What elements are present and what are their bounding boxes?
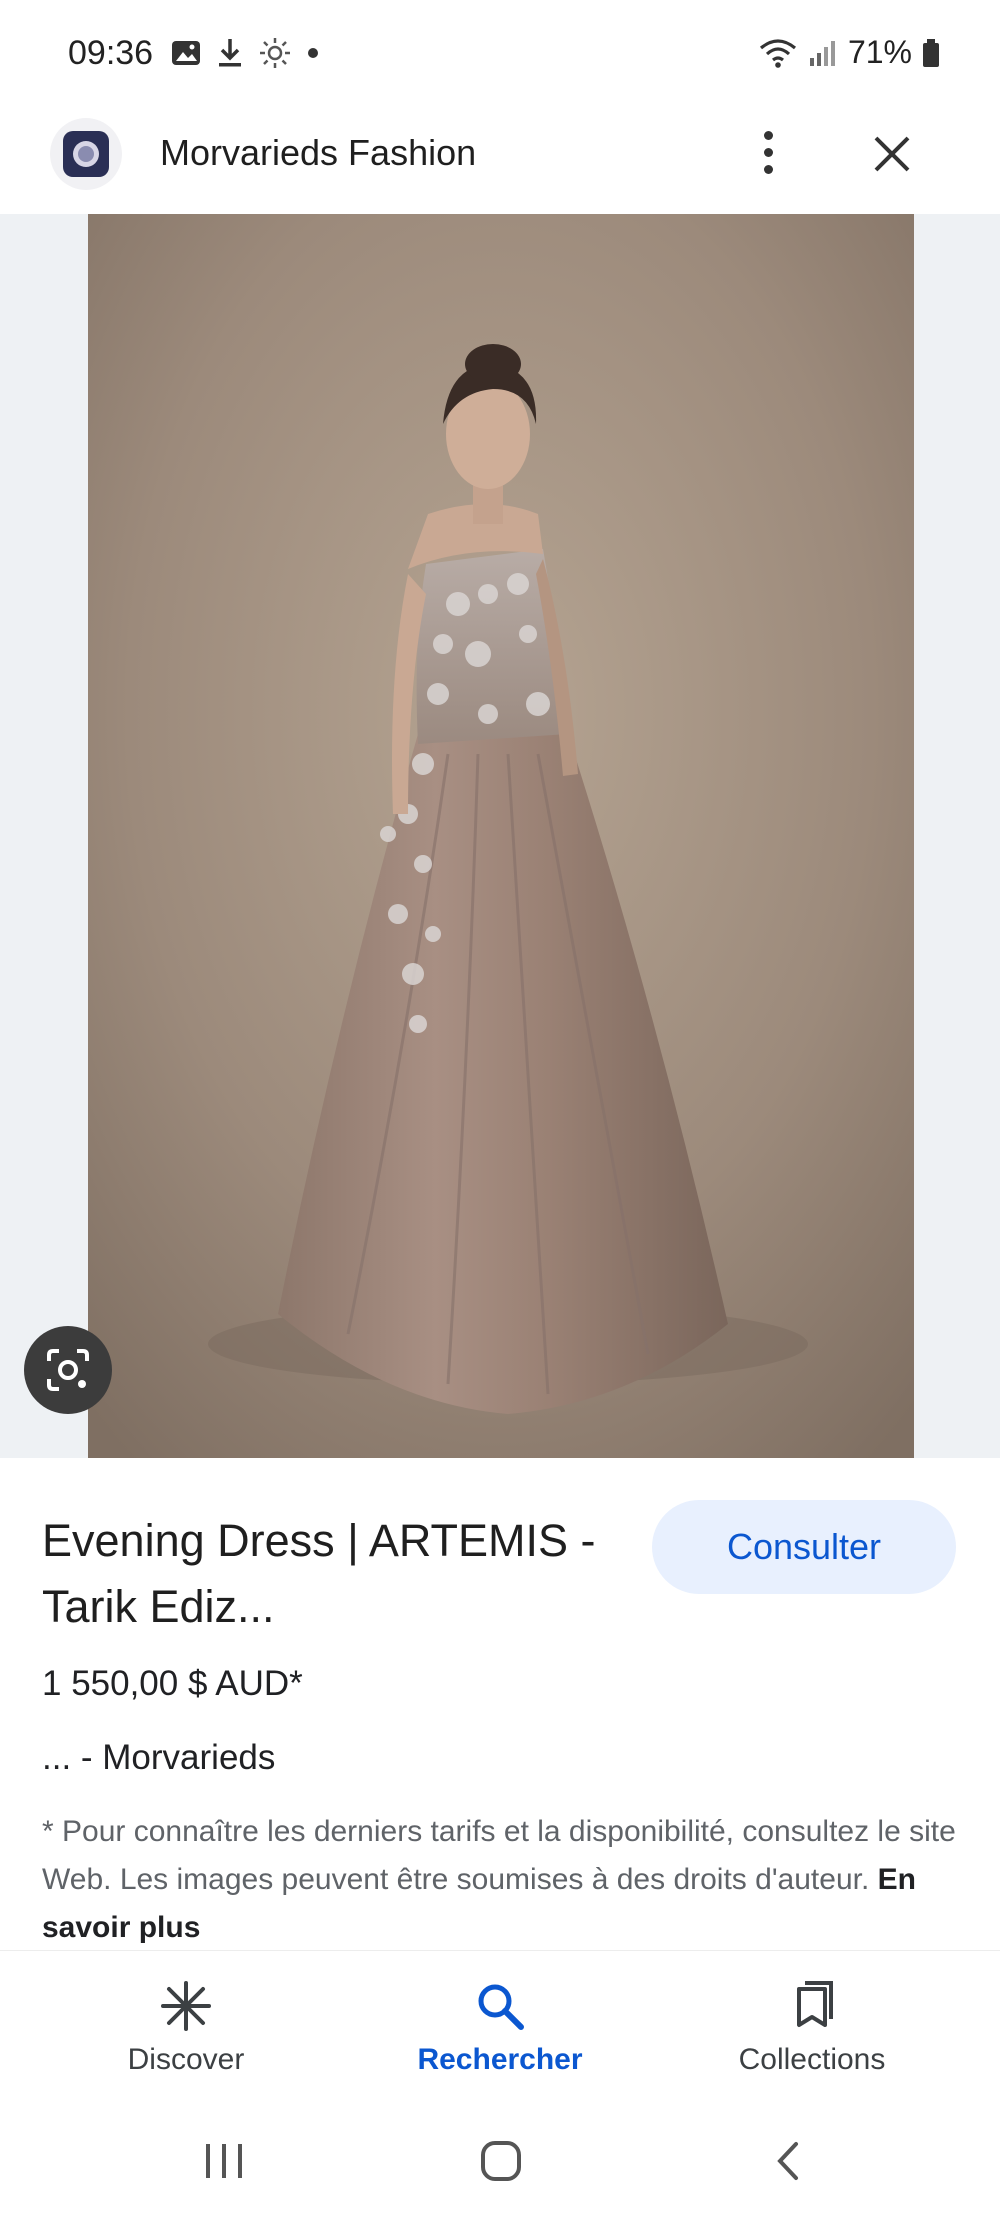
battery-percent: 71%: [847, 34, 912, 70]
dress-photo: [88, 214, 914, 1458]
recents-icon[interactable]: [200, 2138, 250, 2184]
site-logo-icon[interactable]: [50, 118, 122, 190]
nav-discover-label: Discover: [127, 2043, 245, 2076]
back-icon[interactable]: [768, 2138, 808, 2184]
nav-collections-label: Collections: [738, 2043, 886, 2076]
collections-icon: [797, 1981, 833, 2027]
nav-discover[interactable]: Discover: [56, 1979, 316, 2077]
bottom-nav: Discover Rechercher Collections: [0, 1950, 1000, 2092]
nav-collections[interactable]: Collections: [682, 1979, 942, 2077]
close-icon[interactable]: [866, 128, 918, 180]
status-notification-icons: [170, 36, 320, 70]
battery-icon: [923, 38, 939, 67]
disclaimer: * Pour connaître les derniers tarifs et …: [42, 1808, 962, 1952]
image-area: [0, 214, 1000, 1458]
status-bar: 09:36 71%: [0, 0, 1000, 110]
download-icon: [219, 39, 241, 67]
site-name[interactable]: Morvarieds Fashion: [160, 132, 476, 174]
lens-glyph-icon: [47, 1349, 89, 1391]
disclaimer-text: * Pour connaître les derniers tarifs et …: [42, 1815, 956, 1896]
signal-icon: [809, 40, 835, 66]
status-time: 09:36: [68, 34, 154, 72]
product-source: ... - Morvarieds: [42, 1738, 276, 1777]
nav-search-label: Rechercher: [417, 2043, 583, 2076]
product-price: 1 550,00 $ AUD*: [42, 1664, 303, 1703]
product-image[interactable]: [88, 214, 914, 1458]
nav-search[interactable]: Rechercher: [370, 1979, 630, 2077]
search-icon: [478, 1984, 524, 2030]
product-title[interactable]: Evening Dress | ARTEMIS - Tarik Ediz...: [42, 1508, 602, 1640]
app-header: Morvarieds Fashion: [0, 110, 1000, 210]
brightness-icon: [260, 38, 290, 68]
image-icon: [172, 41, 200, 65]
system-nav: [0, 2120, 1000, 2210]
asterisk-icon: [161, 1981, 211, 2031]
visit-button[interactable]: Consulter: [652, 1500, 956, 1594]
home-icon[interactable]: [478, 2138, 524, 2184]
wifi-icon: [759, 38, 796, 68]
lens-icon[interactable]: [24, 1326, 112, 1414]
logo-mark-icon: [73, 141, 99, 167]
status-system-icons: 71%: [758, 34, 940, 71]
dot-icon: [308, 48, 318, 58]
more-vert-icon[interactable]: [750, 122, 786, 182]
